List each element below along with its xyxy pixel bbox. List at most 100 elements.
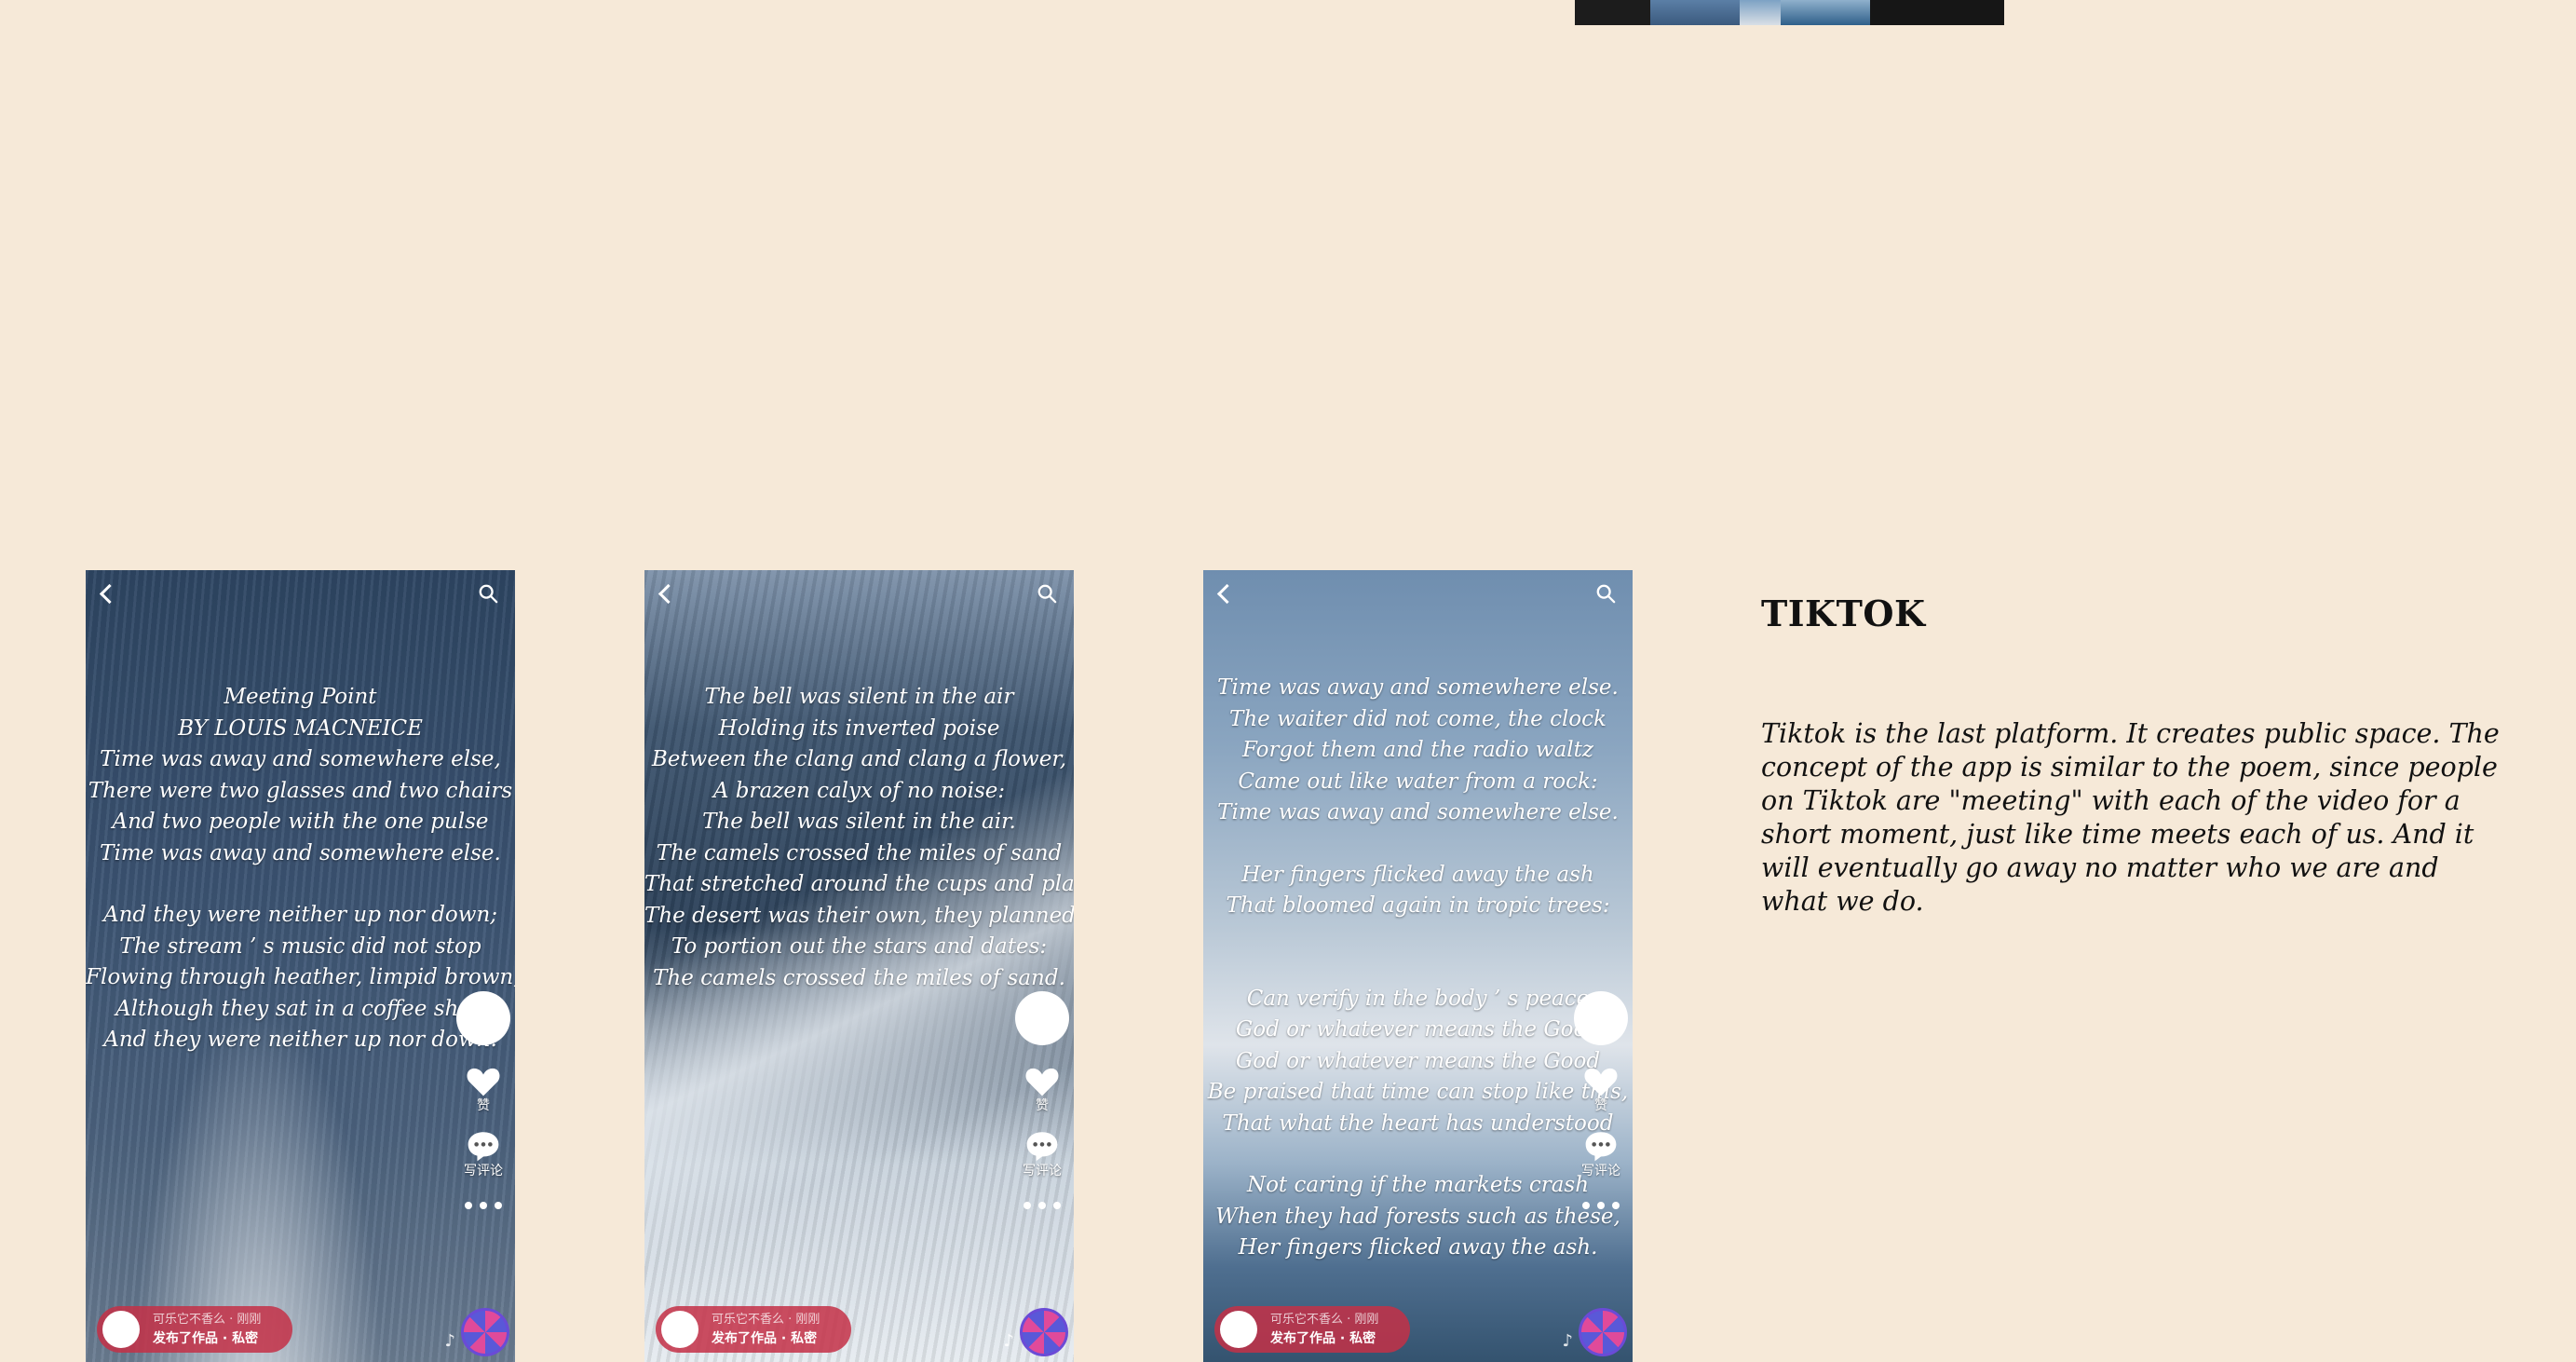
search-icon[interactable] bbox=[1595, 583, 1616, 604]
poem-line: Holding its inverted poise bbox=[718, 715, 1000, 741]
heart-icon[interactable] bbox=[465, 1064, 502, 1097]
post-author-time: 可乐它不香么 · 刚刚 bbox=[1270, 1313, 1379, 1327]
poem-line: The stream ’ s music did not stop bbox=[119, 933, 481, 959]
music-disc-icon[interactable] bbox=[1020, 1308, 1068, 1356]
more-dots-icon[interactable] bbox=[465, 1200, 502, 1211]
phone-top-bar bbox=[1214, 581, 1621, 609]
poem-line: The bell was silent in the air bbox=[704, 685, 1014, 709]
poem-line: Meeting Point bbox=[224, 685, 377, 709]
poem-line: Although they sat in a coffee shop bbox=[115, 996, 485, 1021]
side-actions: 赞 写评论 bbox=[1574, 991, 1628, 1211]
poem-line: The camels crossed the miles of sand. bbox=[653, 965, 1065, 990]
heart-icon[interactable] bbox=[1024, 1064, 1061, 1097]
music-note-icon: ♪ bbox=[1003, 1331, 1015, 1351]
strip-segment bbox=[1650, 0, 1740, 25]
poem-line: Her fingers flicked away the ash. bbox=[1238, 1235, 1598, 1260]
post-author-time: 可乐它不香么 · 刚刚 bbox=[712, 1313, 820, 1327]
comment-icon[interactable] bbox=[1582, 1129, 1620, 1163]
post-visibility: 发布了作品 · 私密 bbox=[1270, 1331, 1376, 1346]
page: Meeting Point BY LOUIS MACNEICE Time was a… bbox=[0, 0, 2576, 1362]
poem-gap bbox=[1203, 922, 1633, 953]
poem-line: Time was away and somewhere else. bbox=[100, 840, 501, 865]
poem-line: Flowing through heather, limpid brown, bbox=[86, 965, 515, 989]
poem-line: BY LOUIS MACNEICE bbox=[178, 715, 423, 741]
poem-line: The waiter did not come, the clock bbox=[1229, 706, 1607, 731]
music-disc-icon[interactable] bbox=[461, 1308, 509, 1356]
poem-line: Between the clang and clang a flower, bbox=[651, 747, 1067, 771]
top-image-strip bbox=[1575, 0, 2004, 25]
section-description: Tiktok is the last platform. It creates … bbox=[1761, 718, 2500, 917]
tiktok-screenshot-2: The bell was silent in the air Holding it… bbox=[644, 570, 1074, 1362]
comment-label: 写评论 bbox=[1023, 1164, 1062, 1178]
poem-text: Time was away and somewhere else. The wai… bbox=[1203, 673, 1633, 1264]
poem-line: That bloomed again in tropic trees: bbox=[1226, 893, 1610, 918]
poem-line: There were two glasses and two chairs bbox=[88, 778, 513, 803]
search-icon[interactable] bbox=[1037, 583, 1057, 604]
strip-segment bbox=[1870, 0, 2004, 25]
tiktok-screenshot-3: Time was away and somewhere else. The wai… bbox=[1203, 570, 1633, 1362]
avatar[interactable] bbox=[1574, 991, 1628, 1045]
phone-top-bar bbox=[97, 581, 504, 609]
avatar[interactable] bbox=[1015, 991, 1069, 1045]
poem-line: God or whatever means the Good bbox=[1235, 1048, 1601, 1073]
post-status-text: 可乐它不香么 · 刚刚 发布了作品 · 私密 bbox=[1270, 1311, 1378, 1348]
poem-line: Her fingers flicked away the ash bbox=[1241, 862, 1594, 887]
avatar[interactable] bbox=[456, 991, 510, 1045]
poem-line: Be praised that time can stop like this, bbox=[1207, 1080, 1629, 1104]
poem-line: The bell was silent in the air. bbox=[702, 810, 1016, 834]
avatar[interactable] bbox=[1220, 1311, 1257, 1348]
poem-line: Came out like water from a rock: bbox=[1238, 769, 1598, 794]
strip-segment bbox=[1781, 0, 1870, 25]
poem-line: To portion out the stars and dates: bbox=[671, 934, 1048, 959]
post-status-bar[interactable]: 可乐它不香么 · 刚刚 发布了作品 · 私密 bbox=[1214, 1306, 1410, 1353]
strip-segment bbox=[1575, 0, 1650, 25]
avatar[interactable] bbox=[661, 1311, 698, 1348]
phone-top-bar bbox=[656, 581, 1063, 609]
poem-line: A brazen calyx of no noise: bbox=[712, 778, 1006, 803]
like-label: 赞 bbox=[477, 1098, 490, 1113]
music-note-icon: ♪ bbox=[1562, 1331, 1574, 1351]
poem-gap bbox=[1203, 1139, 1633, 1170]
side-actions: 赞 写评论 bbox=[456, 991, 510, 1211]
poem-line: And they were neither up nor down. bbox=[103, 1028, 497, 1052]
side-actions: 赞 写评论 bbox=[1015, 991, 1069, 1211]
heart-icon[interactable] bbox=[1582, 1064, 1620, 1097]
more-dots-icon[interactable] bbox=[1024, 1200, 1061, 1211]
poem-line: God or whatever means the Good bbox=[1235, 1017, 1601, 1042]
post-status-bar[interactable]: 可乐它不香么 · 刚刚 发布了作品 · 私密 bbox=[656, 1306, 851, 1353]
poem-gap bbox=[86, 869, 515, 900]
poem-line: And two people with the one pulse bbox=[112, 810, 489, 834]
post-status-text: 可乐它不香么 · 刚刚 发布了作品 · 私密 bbox=[153, 1311, 261, 1348]
chevron-left-icon[interactable] bbox=[99, 583, 120, 605]
poem-line: When they had forests such as these, bbox=[1215, 1204, 1620, 1229]
poem-gap bbox=[1203, 953, 1633, 984]
poem-line: The desert was their own, they planned bbox=[644, 903, 1074, 928]
avatar[interactable] bbox=[102, 1311, 140, 1348]
more-dots-icon[interactable] bbox=[1582, 1200, 1620, 1211]
post-status-bar[interactable]: 可乐它不香么 · 刚刚 发布了作品 · 私密 bbox=[97, 1306, 292, 1353]
comment-label: 写评论 bbox=[1581, 1164, 1620, 1178]
strip-segment bbox=[1740, 0, 1781, 25]
like-label: 赞 bbox=[1594, 1098, 1607, 1113]
poem-text: Meeting Point BY LOUIS MACNEICE Time was a… bbox=[86, 682, 515, 1056]
chevron-left-icon[interactable] bbox=[658, 583, 679, 605]
poem-line: Time was away and somewhere else. bbox=[1217, 675, 1619, 700]
music-note-icon: ♪ bbox=[444, 1331, 456, 1351]
poem-line: The camels crossed the miles of sand bbox=[656, 840, 1063, 865]
poem-text: The bell was silent in the air Holding it… bbox=[644, 682, 1074, 994]
poem-line: Time was away and somewhere else. bbox=[1217, 800, 1619, 824]
post-visibility: 发布了作品 · 私密 bbox=[712, 1331, 818, 1346]
tiktok-screenshot-1: Meeting Point BY LOUIS MACNEICE Time was a… bbox=[86, 570, 515, 1362]
search-icon[interactable] bbox=[478, 583, 498, 604]
comment-icon[interactable] bbox=[1024, 1129, 1061, 1163]
poem-line: That what the heart has understood bbox=[1222, 1110, 1614, 1136]
poem-line: Time was away and somewhere else, bbox=[100, 747, 501, 771]
post-author-time: 可乐它不香么 · 刚刚 bbox=[153, 1313, 262, 1327]
poem-line: And they were neither up nor down; bbox=[102, 903, 498, 927]
music-disc-icon[interactable] bbox=[1579, 1308, 1627, 1356]
section-title: TIKTOK bbox=[1761, 592, 1926, 634]
comment-icon[interactable] bbox=[465, 1129, 502, 1163]
poem-line: Not caring if the markets crash bbox=[1246, 1173, 1590, 1197]
chevron-left-icon[interactable] bbox=[1216, 583, 1238, 605]
poem-gap bbox=[1203, 829, 1633, 860]
